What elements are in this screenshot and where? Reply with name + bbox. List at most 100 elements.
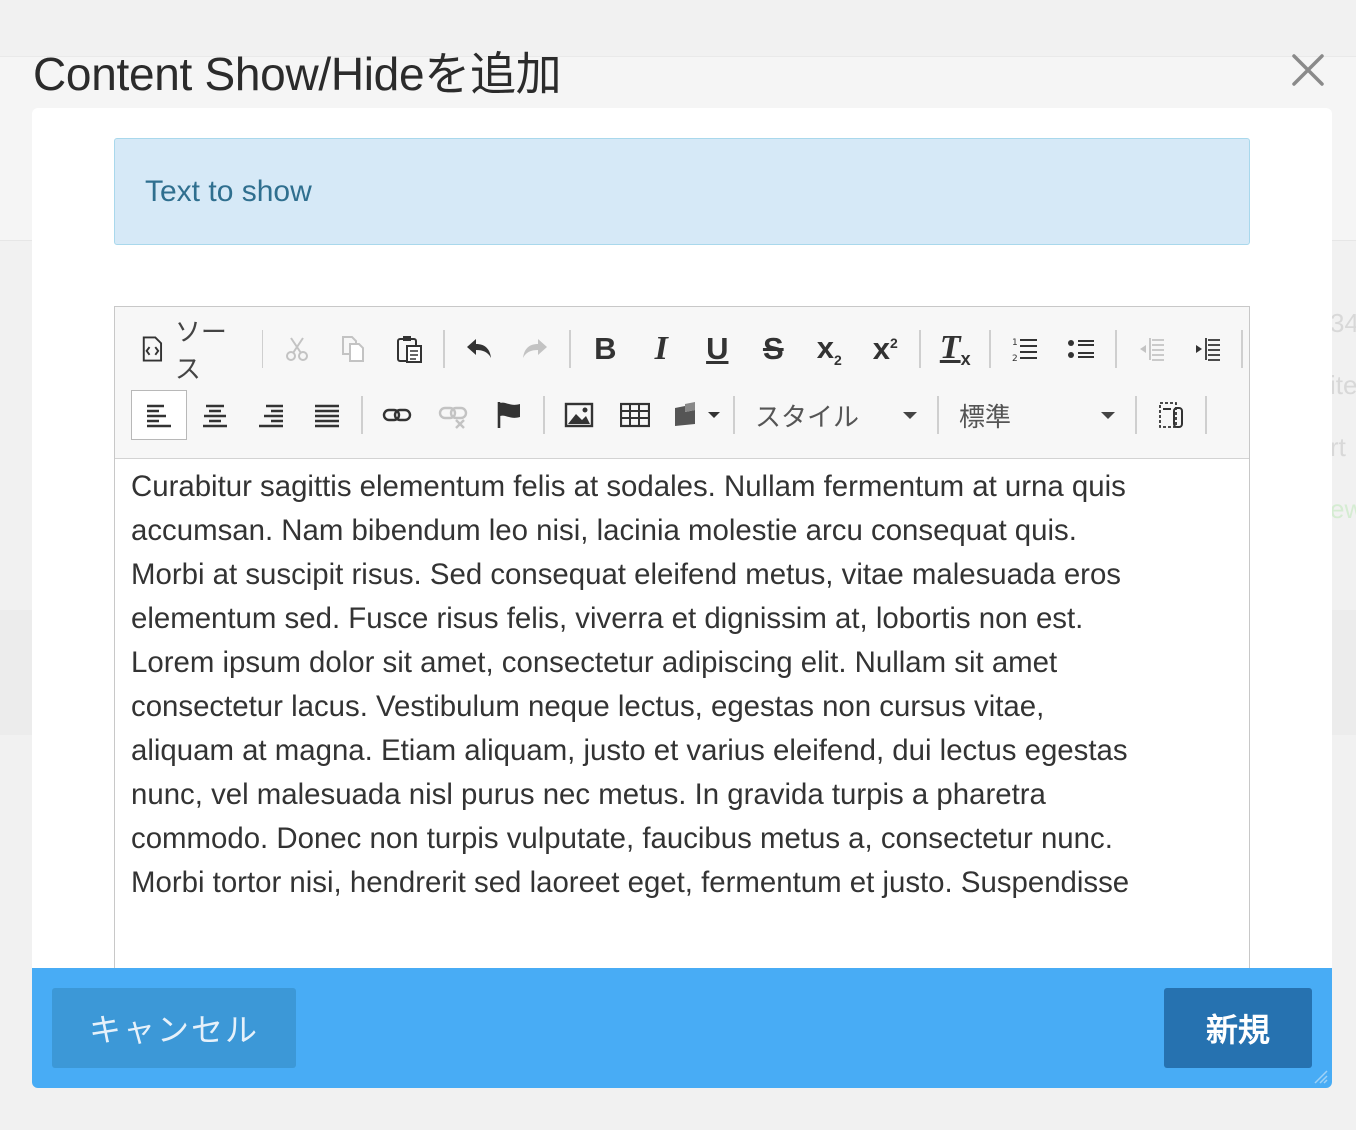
redo-button[interactable] bbox=[507, 324, 563, 374]
toolbar-separator bbox=[919, 330, 922, 368]
remove-format-letter: T bbox=[939, 328, 961, 366]
toolbar-separator bbox=[1135, 396, 1137, 434]
toolbar-separator bbox=[261, 330, 264, 368]
toolbar-row-1: ソース B I U S x2 x2 Tx 1 2 bbox=[131, 317, 1249, 384]
toolbar-separator bbox=[361, 396, 363, 434]
underline-button[interactable]: U bbox=[689, 324, 745, 374]
strikethrough-button[interactable]: S bbox=[745, 324, 801, 374]
undo-button[interactable] bbox=[451, 324, 507, 374]
widget-icon bbox=[675, 402, 695, 426]
table-icon bbox=[620, 402, 650, 428]
copy-button[interactable] bbox=[325, 324, 381, 374]
image-button[interactable] bbox=[551, 390, 607, 440]
source-button[interactable]: ソース bbox=[131, 317, 256, 384]
svg-text:1: 1 bbox=[1012, 338, 1018, 348]
editor-text-line: elementum sed. Fusce risus felis, viverr… bbox=[131, 602, 1084, 635]
modal-footer: キャンセル 新規 bbox=[32, 968, 1332, 1088]
italic-button[interactable]: I bbox=[633, 324, 689, 374]
align-right-icon bbox=[259, 404, 283, 428]
info-alert: Text to show bbox=[114, 138, 1250, 245]
editor-text-line: accumsan. Nam bibendum leo nisi, lacinia… bbox=[131, 514, 1077, 547]
align-left-icon bbox=[147, 404, 171, 428]
underline-icon: U bbox=[706, 331, 729, 366]
toolbar-separator bbox=[937, 396, 939, 434]
toolbar-separator bbox=[443, 330, 446, 368]
justify-button[interactable] bbox=[299, 390, 355, 440]
cut-button[interactable] bbox=[269, 324, 325, 374]
numbered-list-button[interactable]: 1 2 bbox=[997, 324, 1053, 374]
bulleted-list-button[interactable] bbox=[1053, 324, 1109, 374]
remove-format-icon: Tx bbox=[940, 329, 971, 370]
align-center-icon bbox=[203, 404, 227, 428]
background-text: ew bbox=[1330, 494, 1356, 524]
justify-icon bbox=[315, 404, 339, 428]
table-button[interactable] bbox=[607, 390, 663, 440]
toolbar-row-2: スタイル 標準 bbox=[131, 389, 1213, 441]
outdent-button[interactable] bbox=[1123, 324, 1179, 374]
editor-text-line: consectetur lacus. Vestibulum neque lect… bbox=[131, 690, 1045, 723]
scissors-icon bbox=[286, 337, 309, 361]
toolbar-separator bbox=[733, 396, 735, 434]
copy-icon bbox=[342, 336, 365, 362]
svg-text:2: 2 bbox=[1012, 354, 1018, 364]
toolbar-separator bbox=[1241, 330, 1243, 368]
link-button[interactable] bbox=[369, 390, 425, 440]
format-combo[interactable]: 標準 bbox=[945, 390, 1129, 440]
show-blocks-button[interactable] bbox=[1143, 390, 1199, 440]
toolbar-separator bbox=[543, 396, 545, 434]
unlink-icon bbox=[438, 406, 468, 429]
chevron-down-icon bbox=[1101, 411, 1115, 419]
remove-format-button[interactable]: Tx bbox=[927, 324, 983, 374]
background-text: ite bbox=[1330, 370, 1356, 400]
cancel-button[interactable]: キャンセル bbox=[52, 988, 296, 1068]
chevron-down-icon bbox=[903, 411, 917, 419]
link-icon bbox=[382, 408, 412, 422]
bold-button[interactable]: B bbox=[577, 324, 633, 374]
modal-title: Content Show/Hideを追加 bbox=[33, 48, 562, 100]
chevron-down-icon bbox=[708, 412, 720, 418]
anchor-button[interactable] bbox=[481, 390, 537, 440]
align-right-button[interactable] bbox=[243, 390, 299, 440]
editor-text-line: Morbi tortor nisi, hendrerit sed laoreet… bbox=[131, 866, 1130, 899]
subscript-letter: x bbox=[816, 330, 834, 365]
editor-text-line: commodo. Donec non turpis vulputate, fau… bbox=[131, 822, 1113, 855]
source-icon bbox=[142, 336, 163, 362]
paste-button[interactable] bbox=[381, 324, 437, 374]
numbered-list-icon: 1 2 bbox=[1012, 338, 1038, 364]
format-combo-label: 標準 bbox=[959, 401, 1012, 432]
widget-dropdown-button[interactable] bbox=[663, 390, 727, 440]
toolbar-separator bbox=[569, 330, 572, 368]
close-icon[interactable] bbox=[1286, 48, 1330, 92]
flag-icon bbox=[497, 402, 520, 428]
modal-body: Text to show ソース B I U S x2 x2 Tx 1 2 スタ… bbox=[32, 108, 1332, 968]
close-button[interactable] bbox=[1286, 48, 1330, 92]
outdent-icon bbox=[1140, 338, 1165, 361]
align-left-button[interactable] bbox=[131, 390, 187, 440]
unlink-button[interactable] bbox=[425, 390, 481, 440]
indent-icon bbox=[1196, 338, 1221, 361]
style-combo[interactable]: スタイル bbox=[741, 390, 931, 440]
editor-content-area[interactable]: Curabitur sagittis elementum felis at so… bbox=[115, 459, 1248, 969]
editor-text-line: Curabitur sagittis elementum felis at so… bbox=[131, 470, 1126, 503]
style-combo-label: スタイル bbox=[755, 401, 860, 432]
resize-grip-icon[interactable] bbox=[1312, 1068, 1328, 1084]
superscript-button[interactable]: x2 bbox=[857, 324, 913, 374]
superscript-letter: x bbox=[872, 331, 890, 366]
align-center-button[interactable] bbox=[187, 390, 243, 440]
subscript-button[interactable]: x2 bbox=[801, 324, 857, 374]
rich-text-editor: ソース B I U S x2 x2 Tx 1 2 スタイル 標準 Curabit… bbox=[114, 306, 1250, 968]
remove-format-mark: x bbox=[960, 348, 971, 369]
editor-text-line: nunc, vel malesuada nisl purus nec metus… bbox=[131, 778, 1046, 811]
strikethrough-icon: S bbox=[762, 331, 784, 366]
submit-button[interactable]: 新規 bbox=[1164, 988, 1312, 1068]
alert-text: Text to show bbox=[145, 174, 312, 208]
bold-icon: B bbox=[594, 331, 617, 366]
undo-icon bbox=[467, 339, 492, 358]
indent-button[interactable] bbox=[1179, 324, 1235, 374]
subscript-mark: 2 bbox=[834, 352, 842, 368]
show-blocks-icon bbox=[1159, 402, 1183, 428]
editor-text-line: aliquam at magna. Etiam aliquam, justo e… bbox=[131, 734, 1128, 767]
editor-text-line: Morbi at suscipit risus. Sed consequat e… bbox=[131, 558, 1121, 591]
clipboard-icon bbox=[397, 336, 423, 363]
editor-toolbar: ソース B I U S x2 x2 Tx 1 2 スタイル 標準 bbox=[115, 307, 1249, 459]
